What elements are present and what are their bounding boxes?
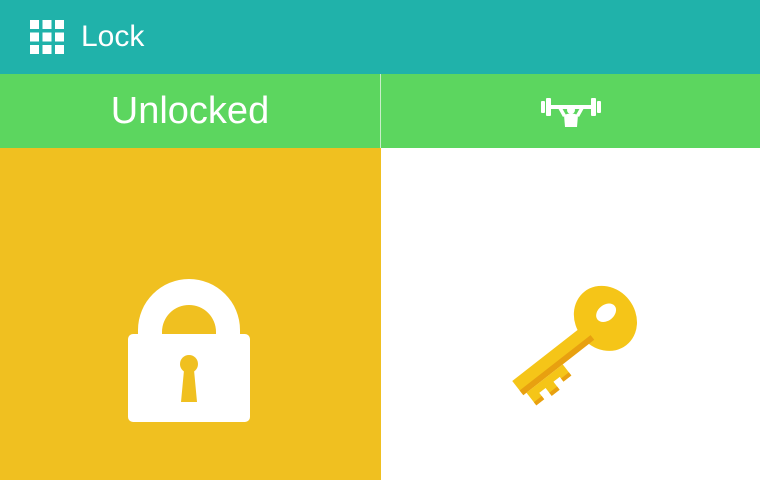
key-icon [512,285,637,406]
lock-status-cell: Unlocked [0,74,381,148]
lock-status-label: Unlocked [110,90,270,132]
action-panels [0,148,760,480]
lock-app: Lock Unlocked [0,0,760,480]
app-title: Lock [81,20,145,53]
weightlifter-icon[interactable] [540,93,601,129]
activity-cell[interactable] [381,74,760,148]
status-bar: Unlocked [0,74,760,148]
lock-button[interactable] [0,148,381,480]
app-header: Lock [0,0,760,74]
key-button[interactable] [381,148,760,480]
padlock-icon [128,279,250,422]
grid-menu-icon[interactable] [30,20,64,54]
